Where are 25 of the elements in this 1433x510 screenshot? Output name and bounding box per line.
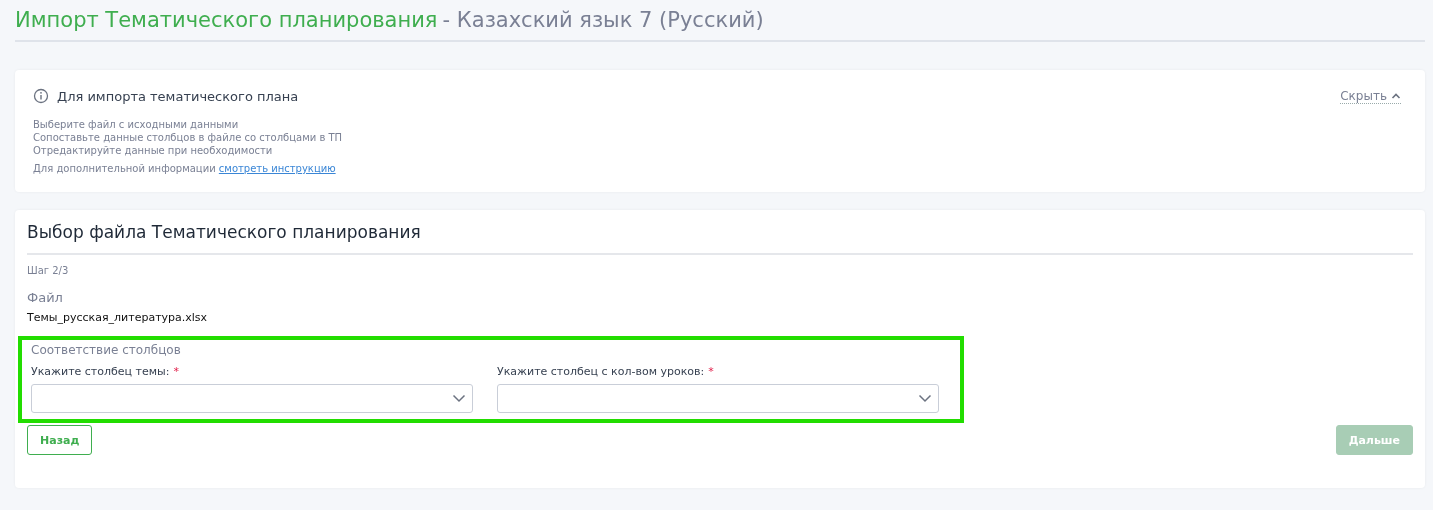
info-title: Для импорта тематического плана [57,88,299,104]
section-title: Соответствие столбцов [31,343,182,357]
card-title: Выбор файла Тематического планирования [27,222,1413,255]
info-text: Для дополнительной информации [33,163,216,174]
required-mark: * [708,365,714,378]
page-subtitle: - Казахский язык 7 (Русский) [442,8,764,32]
file-name: Темы_русская_литература.xlsx [27,311,209,324]
info-icon [33,88,49,104]
chevron-down-icon [452,394,466,403]
page-title: Импорт Тематического планирования [15,8,438,32]
select-field[interactable] [31,384,473,413]
instruction-line: Отредактируйте данные при необходимости [33,144,274,157]
step-indicator: Шаг 2/3 [27,265,70,276]
chevron-icon [1391,91,1401,100]
field-label: Укажите столбец с кол-вом уроков: [497,365,705,378]
field-label: Укажите столбец темы: [31,365,170,378]
instruction-link[interactable]: смотреть инструкцию [218,163,336,174]
select-field[interactable] [497,384,939,413]
instruction-line: Сопоставьте данные столбцов в файле со столбцами в ТП [33,131,344,144]
back-button[interactable]: Назад [27,425,93,455]
file-label: Файл [27,290,64,305]
chevron-down-icon [918,394,932,403]
required-mark: * [173,365,179,378]
instruction-line: Выберите файл с исходными данными [33,118,240,131]
hide-toggle[interactable]: Скрыть [1340,88,1401,104]
